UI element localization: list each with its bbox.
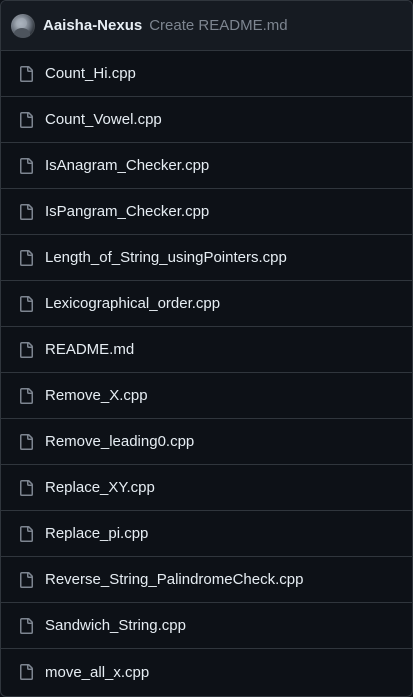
file-name-link[interactable]: IsAnagram_Checker.cpp bbox=[45, 157, 209, 174]
file-name-link[interactable]: Replace_XY.cpp bbox=[45, 479, 155, 496]
file-icon bbox=[18, 157, 34, 174]
file-icon bbox=[18, 571, 34, 588]
file-row[interactable]: Lexicographical_order.cpp bbox=[1, 281, 412, 327]
file-row[interactable]: Sandwich_String.cpp bbox=[1, 603, 412, 649]
file-name-link[interactable]: Count_Vowel.cpp bbox=[45, 111, 162, 128]
file-name-link[interactable]: Sandwich_String.cpp bbox=[45, 617, 186, 634]
file-icon bbox=[18, 525, 34, 542]
file-icon bbox=[18, 479, 34, 496]
commit-message[interactable]: Create README.md bbox=[149, 17, 287, 34]
file-name-link[interactable]: Length_of_String_usingPointers.cpp bbox=[45, 249, 287, 266]
file-row[interactable]: Length_of_String_usingPointers.cpp bbox=[1, 235, 412, 281]
file-row[interactable]: Count_Hi.cpp bbox=[1, 51, 412, 97]
file-icon bbox=[18, 341, 34, 358]
file-name-link[interactable]: move_all_x.cpp bbox=[45, 664, 149, 681]
file-name-link[interactable]: Remove_X.cpp bbox=[45, 387, 148, 404]
file-icon bbox=[18, 111, 34, 128]
file-icon bbox=[18, 387, 34, 404]
file-name-link[interactable]: Replace_pi.cpp bbox=[45, 525, 148, 542]
file-name-link[interactable]: Remove_leading0.cpp bbox=[45, 433, 194, 450]
file-row[interactable]: IsPangram_Checker.cpp bbox=[1, 189, 412, 235]
file-list: Count_Hi.cpp Count_Vowel.cpp IsAnagram_C… bbox=[1, 51, 412, 695]
file-name-link[interactable]: IsPangram_Checker.cpp bbox=[45, 203, 209, 220]
file-icon bbox=[18, 664, 34, 680]
file-icon bbox=[18, 65, 34, 82]
file-icon bbox=[18, 203, 34, 220]
file-row[interactable]: Reverse_String_PalindromeCheck.cpp bbox=[1, 557, 412, 603]
file-row[interactable]: move_all_x.cpp bbox=[1, 649, 412, 695]
file-row[interactable]: Replace_pi.cpp bbox=[1, 511, 412, 557]
author-avatar[interactable] bbox=[11, 13, 35, 38]
file-icon bbox=[18, 617, 34, 634]
file-row[interactable]: IsAnagram_Checker.cpp bbox=[1, 143, 412, 189]
latest-commit-header: Aaisha-Nexus Create README.md bbox=[1, 1, 412, 51]
file-row[interactable]: README.md bbox=[1, 327, 412, 373]
file-row[interactable]: Remove_X.cpp bbox=[1, 373, 412, 419]
file-icon bbox=[18, 433, 34, 450]
file-icon bbox=[18, 249, 34, 266]
commit-author[interactable]: Aaisha-Nexus bbox=[43, 17, 142, 34]
file-row[interactable]: Remove_leading0.cpp bbox=[1, 419, 412, 465]
file-name-link[interactable]: Reverse_String_PalindromeCheck.cpp bbox=[45, 571, 303, 588]
file-name-link[interactable]: Count_Hi.cpp bbox=[45, 65, 136, 82]
file-icon bbox=[18, 295, 34, 312]
file-row[interactable]: Replace_XY.cpp bbox=[1, 465, 412, 511]
file-name-link[interactable]: Lexicographical_order.cpp bbox=[45, 295, 220, 312]
file-row[interactable]: Count_Vowel.cpp bbox=[1, 97, 412, 143]
file-name-link[interactable]: README.md bbox=[45, 341, 134, 358]
repository-file-browser: Aaisha-Nexus Create README.md Count_Hi.c… bbox=[0, 0, 413, 697]
